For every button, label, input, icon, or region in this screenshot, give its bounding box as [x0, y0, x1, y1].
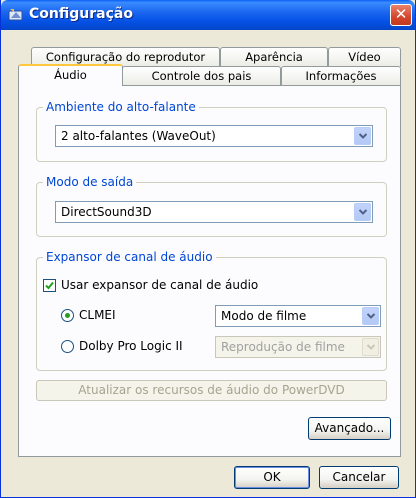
channel-expander-legend: Expansor de canal de áudio: [43, 250, 216, 264]
dolby-label[interactable]: Dolby Pro Logic II: [79, 339, 183, 353]
clmei-radio[interactable]: [61, 309, 74, 322]
output-mode-select[interactable]: DirectSound3D: [55, 201, 373, 223]
settings-dialog: Configuração ✕ Configuração do reproduto…: [0, 0, 416, 498]
app-settings-icon: [8, 7, 24, 23]
tab-parental-control[interactable]: Controle dos pais: [122, 66, 281, 86]
channel-expander-group: Expansor de canal de áudio Usar expansor…: [36, 250, 387, 371]
ok-label: OK: [263, 470, 281, 484]
cancel-button[interactable]: Cancelar: [319, 466, 399, 489]
update-audio-features-label: Atualizar os recursos de áudio do PowerD…: [78, 383, 345, 397]
tab-label: Informações: [305, 69, 377, 83]
tab-label: Configuração do reprodutor: [45, 50, 206, 64]
audio-tab-panel: Ambiente do alto-falante 2 alto-falantes…: [18, 85, 401, 457]
dolby-mode-value: Reprodução de filme: [221, 340, 345, 354]
speaker-environment-legend: Ambiente do alto-falante: [43, 100, 199, 114]
tab-appearance[interactable]: Aparência: [220, 47, 328, 67]
tab-audio[interactable]: Áudio: [18, 64, 123, 86]
dolby-mode-select[interactable]: Reprodução de filme: [215, 336, 381, 358]
speaker-environment-group: Ambiente do alto-falante 2 alto-falantes…: [36, 100, 387, 162]
clmei-label[interactable]: CLMEI: [79, 308, 116, 322]
tab-label: Aparência: [245, 50, 303, 64]
ok-button[interactable]: OK: [234, 466, 310, 489]
chevron-down-icon[interactable]: [362, 338, 379, 356]
title-bar[interactable]: Configuração ✕: [1, 0, 415, 30]
close-icon: ✕: [394, 5, 408, 23]
tab-information[interactable]: Informações: [281, 66, 401, 86]
update-audio-features-button[interactable]: Atualizar os recursos de áudio do PowerD…: [36, 380, 387, 401]
advanced-label: Avançado...: [314, 421, 385, 435]
radio-selected-dot: [65, 313, 70, 318]
dolby-radio[interactable]: [61, 340, 74, 353]
use-expander-label[interactable]: Usar expansor de canal de áudio: [61, 278, 258, 292]
speaker-environment-select[interactable]: 2 alto-falantes (WaveOut): [55, 125, 373, 147]
checkmark-icon: [45, 281, 54, 290]
chevron-down-icon[interactable]: [362, 307, 379, 325]
tab-label: Áudio: [54, 68, 87, 82]
clmei-mode-select[interactable]: Modo de filme: [215, 305, 381, 327]
clmei-mode-value: Modo de filme: [221, 309, 307, 323]
output-mode-legend: Modo de saída: [43, 175, 137, 189]
tab-label: Vídeo: [348, 50, 381, 64]
use-expander-checkbox[interactable]: [43, 279, 56, 292]
chevron-down-icon[interactable]: [354, 127, 371, 145]
advanced-button[interactable]: Avançado...: [308, 417, 391, 440]
tab-label: Controle dos pais: [151, 69, 252, 83]
close-button[interactable]: ✕: [390, 4, 412, 26]
window-title: Configuração: [29, 6, 133, 22]
output-mode-value: DirectSound3D: [61, 205, 152, 219]
output-mode-group: Modo de saída DirectSound3D: [36, 175, 387, 237]
speaker-environment-value: 2 alto-falantes (WaveOut): [61, 129, 216, 143]
cancel-label: Cancelar: [332, 470, 386, 484]
chevron-down-icon[interactable]: [354, 203, 371, 221]
tab-video[interactable]: Vídeo: [328, 47, 401, 67]
